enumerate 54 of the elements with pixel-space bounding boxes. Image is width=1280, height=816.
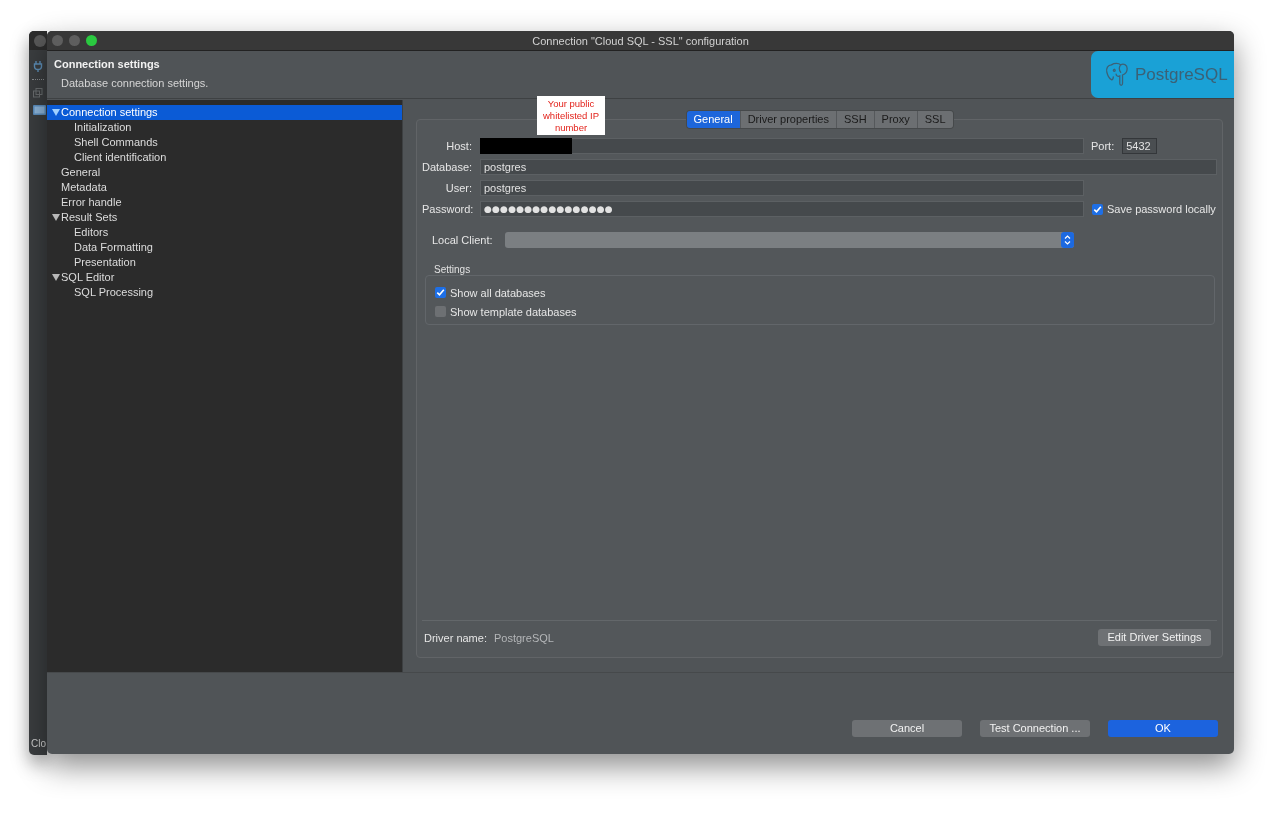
- tree-item[interactable]: SQL Processing: [47, 285, 402, 300]
- zoom-window-icon[interactable]: [86, 35, 97, 46]
- settings-heading: Settings: [433, 264, 471, 275]
- driver-name-value: PostgreSQL: [493, 631, 554, 644]
- panel-icon: [33, 105, 46, 115]
- checkbox-label: Show all databases: [450, 286, 546, 299]
- tree-item[interactable]: SQL Editor: [47, 270, 402, 285]
- stack-icon: [33, 88, 43, 98]
- dialog-button[interactable]: Test Connection ...: [980, 720, 1090, 737]
- dialog-button[interactable]: Cancel: [852, 720, 962, 737]
- port-label: Port:: [1091, 140, 1115, 152]
- up-down-chevron-icon: [1060, 232, 1074, 248]
- driver-name-label: Driver name:: [424, 631, 487, 644]
- tree-item[interactable]: Client identification: [47, 150, 402, 165]
- database-field[interactable]: postgres: [480, 159, 1217, 175]
- tree-item[interactable]: Shell Commands: [47, 135, 402, 150]
- tree-item[interactable]: Editors: [47, 225, 402, 240]
- tree-item[interactable]: Result Sets: [47, 210, 402, 225]
- database-label: Database:: [422, 161, 472, 173]
- elephant-icon: [1105, 61, 1129, 88]
- tree-item[interactable]: Metadata: [47, 180, 402, 195]
- tree-item[interactable]: Data Formatting: [47, 240, 402, 255]
- ok-button[interactable]: OK: [1108, 720, 1218, 737]
- tree-item[interactable]: Error handle: [47, 195, 402, 210]
- user-label: User:: [444, 182, 472, 194]
- tree-item[interactable]: Initialization: [47, 120, 402, 135]
- password-label: Password:: [422, 203, 472, 215]
- sidebar-label: Clo: [30, 738, 46, 750]
- checkbox[interactable]: [1092, 203, 1103, 215]
- local-client-label: Local Client:: [431, 234, 493, 246]
- logo-text: PostgreSQL: [1135, 64, 1228, 85]
- window-button-icon: [34, 34, 46, 47]
- checkbox[interactable]: [435, 306, 446, 317]
- tree-item[interactable]: Connection settings: [47, 105, 402, 120]
- tab[interactable]: General: [686, 111, 740, 128]
- user-field[interactable]: postgres: [480, 180, 1084, 196]
- port-field[interactable]: 5432: [1122, 138, 1158, 154]
- password-field[interactable]: ●●●●●●●●●●●●●●●●: [480, 201, 1084, 217]
- annotation-callout: Your public whitelisted IP number: [537, 96, 605, 135]
- caret-down-icon[interactable]: [52, 274, 60, 281]
- checkbox-label: Save password locally: [1107, 203, 1216, 215]
- checkbox[interactable]: [435, 287, 446, 298]
- page-subtitle: Database connection settings.: [60, 76, 209, 90]
- window-title: Connection "Cloud SQL - SSL" configuration: [532, 34, 749, 47]
- caret-down-icon[interactable]: [52, 214, 60, 221]
- edit-driver-button[interactable]: Edit Driver Settings: [1098, 629, 1211, 646]
- plug-icon: [33, 60, 45, 72]
- checkbox-label: Show template databases: [450, 305, 577, 318]
- page-title: Connection settings: [54, 57, 160, 71]
- tree-item[interactable]: Presentation: [47, 255, 402, 270]
- host-field[interactable]: [480, 138, 1084, 154]
- tree-item[interactable]: General: [47, 165, 402, 180]
- host-label: Host:: [445, 140, 472, 152]
- caret-down-icon[interactable]: [52, 109, 60, 116]
